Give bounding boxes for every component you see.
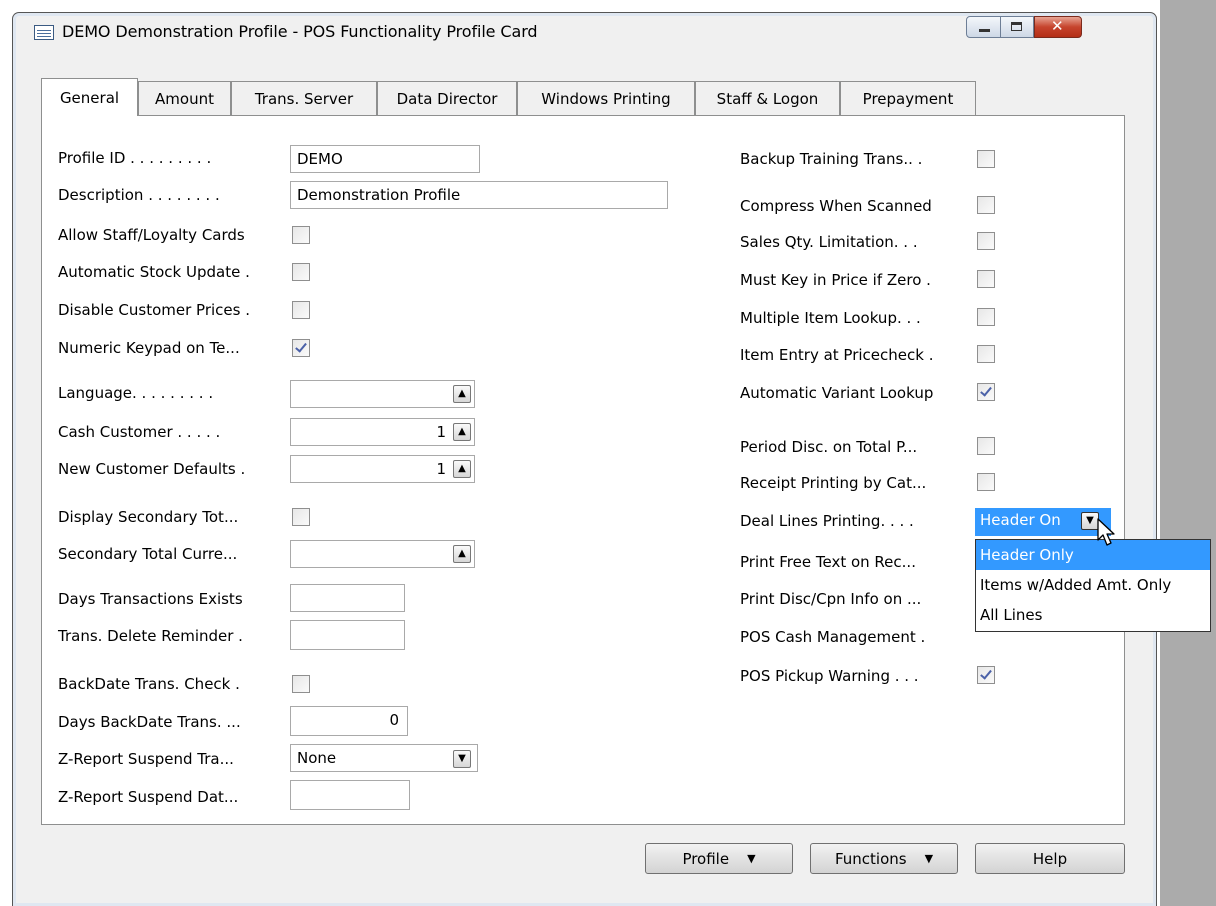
chevron-down-icon[interactable]: ▼ xyxy=(453,750,471,768)
allow-staff-loyalty-checkbox[interactable] xyxy=(292,226,310,244)
minimize-icon xyxy=(979,29,990,32)
new-customer-defaults-field[interactable]: 1 xyxy=(290,455,475,483)
period-disc-total-label: Period Disc. on Total P... xyxy=(740,438,918,456)
pos-pickup-warning-checkbox[interactable] xyxy=(977,666,995,684)
secondary-total-currency-label: Secondary Total Curre... xyxy=(58,545,238,563)
close-button[interactable]: ✕ xyxy=(1034,16,1082,38)
new-customer-defaults-lookup-icon[interactable]: ▲ xyxy=(453,460,471,478)
disable-customer-prices-label: Disable Customer Prices . xyxy=(58,301,250,319)
automatic-variant-lookup-checkbox[interactable] xyxy=(977,383,995,401)
mouse-cursor-icon xyxy=(1097,518,1115,546)
item-entry-pricecheck-label: Item Entry at Pricecheck . xyxy=(740,346,934,364)
functions-button-label: Functions xyxy=(834,849,907,868)
backup-training-trans-label: Backup Training Trans.. . xyxy=(740,150,923,168)
backup-training-trans-checkbox[interactable] xyxy=(977,150,995,168)
maximize-icon xyxy=(1011,22,1022,31)
card-form-icon xyxy=(34,25,54,40)
profile-id-field[interactable]: DEMO xyxy=(290,145,480,173)
compress-when-scanned-label: Compress When Scanned xyxy=(740,197,932,215)
profile-menu-button[interactable]: Profile ▼ xyxy=(645,843,793,874)
z-report-suspend-date-label: Z-Report Suspend Dat... xyxy=(58,788,239,806)
receipt-printing-by-cat-checkbox[interactable] xyxy=(977,473,995,491)
help-button-label: Help xyxy=(1032,849,1068,868)
sales-qty-limitation-label: Sales Qty. Limitation. . . xyxy=(740,233,918,251)
receipt-printing-by-cat-label: Receipt Printing by Cat... xyxy=(740,474,927,492)
functions-menu-button[interactable]: Functions ▼ xyxy=(810,843,958,874)
secondary-currency-lookup-icon[interactable]: ▲ xyxy=(453,545,471,563)
multiple-item-lookup-checkbox[interactable] xyxy=(977,308,995,326)
tab-staff-logon[interactable]: Staff & Logon xyxy=(695,81,840,115)
pos-pickup-warning-label: POS Pickup Warning . . . xyxy=(740,667,919,685)
tab-windows-printing[interactable]: Windows Printing xyxy=(517,81,695,115)
item-entry-pricecheck-checkbox[interactable] xyxy=(977,345,995,363)
print-free-text-label: Print Free Text on Rec... xyxy=(740,553,916,571)
tab-general[interactable]: General xyxy=(41,78,138,116)
desktop-background xyxy=(1160,0,1216,906)
secondary-total-currency-field[interactable] xyxy=(290,540,475,568)
cash-customer-label: Cash Customer . . . . . xyxy=(58,423,221,441)
period-disc-total-checkbox[interactable] xyxy=(977,437,995,455)
description-label: Description . . . . . . . . xyxy=(58,186,220,204)
z-report-suspend-date-field[interactable] xyxy=(290,780,410,810)
deal-lines-printing-label: Deal Lines Printing. . . . xyxy=(740,512,914,530)
days-transactions-exists-label: Days Transactions Exists xyxy=(58,590,243,608)
dropdown-option-header-only[interactable]: Header Only xyxy=(976,540,1210,570)
automatic-stock-update-label: Automatic Stock Update . xyxy=(58,263,250,281)
days-backdate-trans-field[interactable]: 0 xyxy=(290,706,408,736)
cash-customer-lookup-icon[interactable]: ▲ xyxy=(453,423,471,441)
title-bar[interactable]: DEMO Demonstration Profile - POS Functio… xyxy=(16,16,1153,46)
dropdown-option-items-added-amt[interactable]: Items w/Added Amt. Only xyxy=(976,570,1210,600)
automatic-stock-update-checkbox[interactable] xyxy=(292,263,310,281)
days-transactions-exists-field[interactable] xyxy=(290,584,405,612)
language-label: Language. . . . . . . . . xyxy=(58,384,214,402)
must-key-in-price-checkbox[interactable] xyxy=(977,270,995,288)
trans-delete-reminder-field[interactable] xyxy=(290,620,405,650)
disable-customer-prices-checkbox[interactable] xyxy=(292,301,310,319)
minimize-button[interactable] xyxy=(966,16,1001,38)
maximize-button[interactable] xyxy=(1001,16,1034,38)
profile-id-label: Profile ID . . . . . . . . . xyxy=(58,149,212,167)
dropdown-option-all-lines[interactable]: All Lines xyxy=(976,600,1210,630)
trans-delete-reminder-label: Trans. Delete Reminder . xyxy=(58,627,243,645)
print-disc-cpn-info-label: Print Disc/Cpn Info on ... xyxy=(740,590,922,608)
z-report-suspend-trans-select[interactable]: None xyxy=(290,744,478,772)
allow-staff-loyalty-label: Allow Staff/Loyalty Cards xyxy=(58,226,245,244)
language-field[interactable] xyxy=(290,380,475,408)
language-lookup-icon[interactable]: ▲ xyxy=(453,385,471,403)
tab-prepayment[interactable]: Prepayment xyxy=(840,81,976,115)
multiple-item-lookup-label: Multiple Item Lookup. . . xyxy=(740,309,921,327)
compress-when-scanned-checkbox[interactable] xyxy=(977,196,995,214)
close-icon: ✕ xyxy=(1051,17,1064,35)
tab-trans-server[interactable]: Trans. Server xyxy=(231,81,377,115)
automatic-variant-lookup-label: Automatic Variant Lookup xyxy=(740,384,934,402)
numeric-keypad-checkbox[interactable] xyxy=(292,339,310,357)
cash-customer-field[interactable]: 1 xyxy=(290,418,475,446)
new-customer-defaults-label: New Customer Defaults . xyxy=(58,460,246,478)
window-title: DEMO Demonstration Profile - POS Functio… xyxy=(62,22,538,41)
deal-lines-dropdown-list: Header Only Items w/Added Amt. Only All … xyxy=(975,539,1211,632)
backdate-trans-check-label: BackDate Trans. Check . xyxy=(58,675,240,693)
help-button[interactable]: Help xyxy=(975,843,1125,874)
numeric-keypad-label: Numeric Keypad on Te... xyxy=(58,339,240,357)
tab-data-director[interactable]: Data Director xyxy=(377,81,517,115)
backdate-trans-check-checkbox[interactable] xyxy=(292,675,310,693)
must-key-in-price-label: Must Key in Price if Zero . xyxy=(740,271,931,289)
tab-amount[interactable]: Amount xyxy=(138,81,231,115)
chevron-down-icon: ▼ xyxy=(924,852,934,865)
sales-qty-limitation-checkbox[interactable] xyxy=(977,232,995,250)
display-secondary-total-checkbox[interactable] xyxy=(292,508,310,526)
profile-button-label: Profile xyxy=(682,849,730,868)
display-secondary-total-label: Display Secondary Tot... xyxy=(58,508,239,526)
days-backdate-trans-label: Days BackDate Trans. ... xyxy=(58,713,241,731)
chevron-down-icon: ▼ xyxy=(747,852,756,865)
description-field[interactable]: Demonstration Profile xyxy=(290,181,668,209)
z-report-suspend-trans-label: Z-Report Suspend Tra... xyxy=(58,750,234,768)
pos-cash-management-label: POS Cash Management . xyxy=(740,628,926,646)
